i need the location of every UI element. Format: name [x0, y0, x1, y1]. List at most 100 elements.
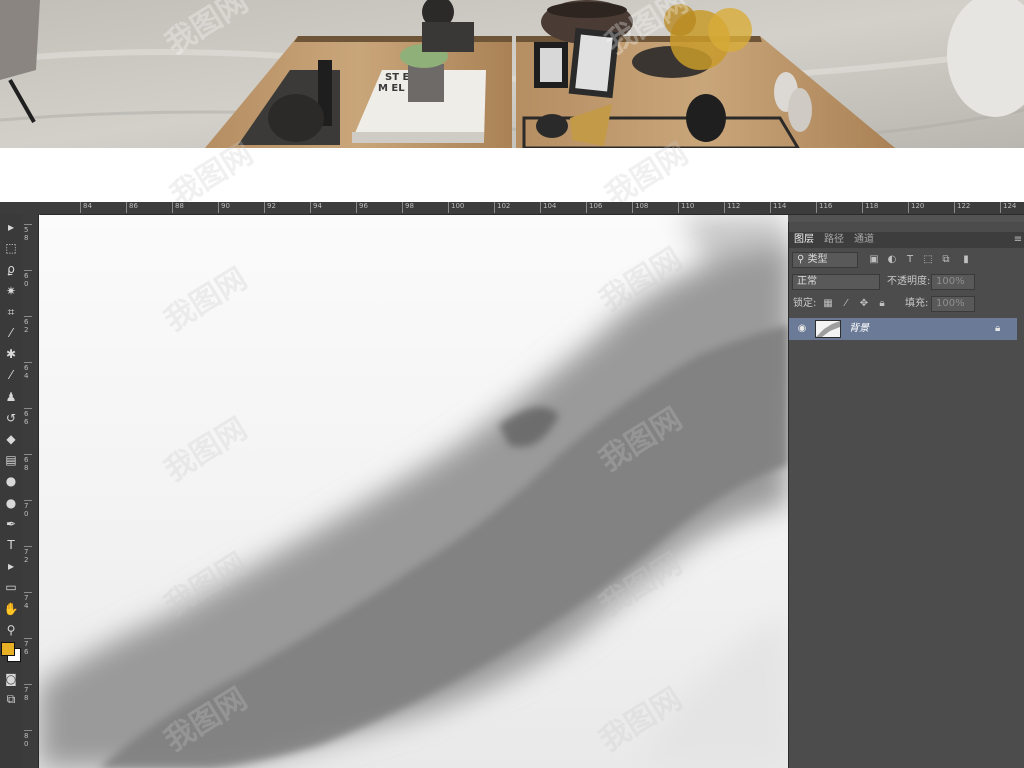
opacity-label: 不透明度:	[887, 276, 931, 287]
svg-text:M EL: M EL	[378, 83, 405, 94]
ruler-tick-label: 120	[908, 202, 924, 213]
ruler-tick-label: 94	[310, 202, 322, 213]
ruler-tick-label: 124	[1000, 202, 1016, 213]
gradient-tool-icon[interactable]: ▤	[1, 451, 21, 470]
interior-preview-photo: ST EN M EL 我图网 我图网	[0, 0, 1024, 148]
ruler-tick-label: 106	[586, 202, 602, 213]
ruler-tick-label: 66	[24, 408, 32, 426]
layer-filter-dropdown[interactable]: ⚲ 类型	[792, 252, 858, 268]
ruler-tick-label: 96	[356, 202, 368, 213]
crop-tool-icon[interactable]: ⌗	[1, 303, 21, 322]
ruler-tick-label: 112	[724, 202, 740, 213]
move-tool-icon[interactable]: ▸	[1, 218, 21, 237]
blend-mode-dropdown[interactable]: 正常	[792, 274, 880, 290]
interior-scene-graphic: ST EN M EL	[0, 0, 1024, 148]
ruler-tick-label: 98	[402, 202, 414, 213]
ruler-tick-label: 118	[862, 202, 878, 213]
ruler-tick-label: 90	[218, 202, 230, 213]
document-canvas[interactable]: 我图网 我图网 我图网 我图网 我图网 我图网 我图网 我图网	[39, 215, 788, 768]
filter-toggle-icon[interactable]: ▮	[959, 253, 973, 267]
lock-fill-row: 锁定: ▦ ⁄ ✥ 🔒︎ 填充: 100%	[789, 296, 1024, 316]
lasso-tool-icon[interactable]: ϼ	[1, 260, 21, 279]
ruler-tick-label: 80	[24, 730, 32, 748]
ruler-tick-label: 104	[540, 202, 556, 213]
opacity-input[interactable]: 100%	[931, 274, 975, 290]
foreground-color-swatch[interactable]	[1, 642, 15, 656]
lock-pixels-icon[interactable]: ⁄	[839, 297, 853, 311]
ruler-tick-label: 108	[632, 202, 648, 213]
blur-tool-icon[interactable]: ●	[1, 472, 21, 491]
brush-tool-icon[interactable]: ⁄	[1, 366, 21, 385]
ruler-tick-label: 76	[24, 638, 32, 656]
type-tool-icon[interactable]: T	[1, 536, 21, 555]
layer-thumbnail-graphic	[816, 321, 840, 337]
ruler-tick-label: 70	[24, 500, 32, 518]
ruler-tick-label: 64	[24, 362, 32, 380]
ruler-tick-label: 84	[80, 202, 92, 213]
layers-panel: 图层 路径 通道 ≡ ⚲ 类型 ▣ ◐ T ⬚ ⧉ ▮ 正常 不透明度: 100…	[788, 222, 1024, 768]
eyedropper-tool-icon[interactable]: ⁄	[1, 324, 21, 343]
ruler-tick-label: 100	[448, 202, 464, 213]
screen-mode-icon[interactable]: ⧉	[1, 690, 21, 709]
blend-opacity-row: 正常 不透明度: 100%	[789, 274, 1024, 294]
photoshop-workspace: 84 86 88 90 92 94 96 98 100 102 104 106 108 110 112 114…	[0, 202, 1024, 768]
fill-input[interactable]: 100%	[931, 296, 975, 312]
ruler-tick-label: 102	[494, 202, 510, 213]
ruler-tick-label: 62	[24, 316, 32, 334]
layer-name[interactable]: 背景	[849, 322, 869, 336]
rectangle-tool-icon[interactable]: ▭	[1, 578, 21, 597]
shape-filter-icon[interactable]: ⬚	[921, 253, 935, 267]
fill-label: 填充:	[905, 298, 929, 309]
ruler-tick-label: 68	[24, 454, 32, 472]
lock-transparency-icon[interactable]: ▦	[821, 297, 835, 311]
vertical-ruler[interactable]: 58 60 62 64 66 68 70 72 74 76 78 80	[22, 214, 39, 768]
history-brush-tool-icon[interactable]: ↺	[1, 409, 21, 428]
ruler-tick-label: 78	[24, 684, 32, 702]
panel-tab-bar: 图层 路径 通道 ≡	[789, 232, 1024, 248]
tab-paths[interactable]: 路径	[824, 234, 844, 246]
tab-layers[interactable]: 图层	[794, 234, 814, 246]
layer-item-background[interactable]: ◉ 背景 🔒︎	[789, 318, 1017, 340]
marquee-tool-icon[interactable]: ⬚	[1, 239, 21, 258]
ruler-tick-label: 114	[770, 202, 786, 213]
quick-mask-icon[interactable]: ◙	[1, 670, 21, 689]
lock-all-icon[interactable]: 🔒︎	[875, 297, 889, 311]
image-filter-icon[interactable]: ▣	[867, 253, 881, 267]
type-filter-icon[interactable]: T	[903, 253, 917, 267]
blend-mode-value: 正常	[797, 276, 817, 287]
healing-brush-tool-icon[interactable]: ✱	[1, 345, 21, 364]
ruler-tick-label: 88	[172, 202, 184, 213]
adjustment-filter-icon[interactable]: ◐	[885, 253, 899, 267]
layer-lock-icon: 🔒︎	[995, 323, 1001, 334]
spacer: 我图网 我图网	[0, 136, 1024, 214]
clone-stamp-tool-icon[interactable]: ♟	[1, 388, 21, 407]
dodge-tool-icon[interactable]: ●	[1, 494, 21, 513]
ruler-tick-label: 116	[816, 202, 832, 213]
hand-tool-icon[interactable]: ✋	[1, 600, 21, 619]
ruler-tick-label: 60	[24, 270, 32, 288]
lock-position-icon[interactable]: ✥	[857, 297, 871, 311]
ruler-origin[interactable]	[0, 202, 40, 214]
ruler-tick-label: 122	[954, 202, 970, 213]
pen-tool-icon[interactable]: ✒	[1, 515, 21, 534]
ruler-tick-label: 74	[24, 592, 32, 610]
panel-menu-icon[interactable]: ≡	[1011, 233, 1024, 247]
eraser-tool-icon[interactable]: ◆	[1, 430, 21, 449]
tab-channels[interactable]: 通道	[854, 234, 874, 246]
ruler-tick-label: 86	[126, 202, 138, 213]
ruler-tick-label: 58	[24, 224, 32, 242]
search-icon: ⚲	[797, 254, 805, 265]
ruler-tick-label: 92	[264, 202, 276, 213]
magic-wand-tool-icon[interactable]: ✷	[1, 282, 21, 301]
zoom-tool-icon[interactable]: ⚲	[1, 621, 21, 640]
horizontal-ruler[interactable]: 84 86 88 90 92 94 96 98 100 102 104 106 108 110 112 114…	[40, 202, 1024, 215]
layer-thumbnail	[815, 320, 841, 338]
filter-kind-label: 类型	[807, 254, 828, 265]
smart-object-filter-icon[interactable]: ⧉	[939, 253, 953, 267]
lock-label: 锁定:	[793, 298, 817, 309]
layer-filter-row: ⚲ 类型 ▣ ◐ T ⬚ ⧉ ▮	[789, 252, 1024, 272]
marble-texture-image	[39, 215, 788, 768]
tools-panel: ▸ ⬚ ϼ ✷ ⌗ ⁄ ✱ ⁄ ♟ ↺ ◆ ▤ ● ● ✒ T ▸ ▭ ✋ ⚲ ◙ ⧉	[0, 214, 23, 768]
visibility-eye-icon[interactable]: ◉	[795, 322, 809, 336]
path-selection-tool-icon[interactable]: ▸	[1, 557, 21, 576]
